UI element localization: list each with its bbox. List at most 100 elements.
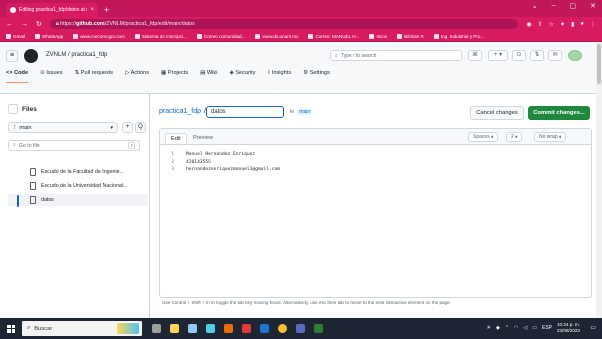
chevron-down-icon: ▾ (110, 124, 113, 131)
pull-requests-button[interactable]: ⇅ (530, 50, 544, 61)
hamburger-menu-icon[interactable]: ≡ (6, 50, 18, 62)
edge-icon[interactable] (206, 324, 215, 333)
word-icon[interactable] (260, 324, 269, 333)
file-tree-item[interactable]: Escudo de la Universidad Nacional... (8, 180, 148, 192)
battery-icon[interactable]: ▭ (532, 325, 537, 331)
start-button[interactable] (0, 318, 22, 339)
volume-icon[interactable]: ◁ (523, 325, 527, 331)
command-palette-button[interactable]: ⌘ (468, 50, 482, 61)
excel-icon[interactable] (314, 324, 323, 333)
nav-issues[interactable]: ⊙ Issues (40, 70, 62, 83)
tab-close-icon[interactable]: × (90, 7, 94, 13)
branch-selector[interactable]: ᚴ main ▾ (8, 122, 118, 133)
commit-changes-button[interactable]: Commit changes... (528, 106, 590, 120)
file-tree-item-selected[interactable]: datos (8, 194, 148, 206)
filename-input[interactable]: datos (206, 106, 284, 118)
code-line: 1 Manuel Hernández Enríquez (171, 152, 256, 158)
bookmark-item[interactable]: WhatsApp (35, 33, 63, 39)
close-window-button[interactable]: ✕ (590, 2, 596, 10)
search-icon: ⌕ (335, 52, 338, 59)
indent-mode-select[interactable]: Spaces ⬧ (468, 132, 499, 142)
bookmark-item[interactable]: Correo comunidad... (196, 33, 245, 39)
extension-icon[interactable]: ◉ (526, 21, 531, 28)
nav-actions[interactable]: ▷ Actions (125, 70, 149, 83)
taskbar-search[interactable]: ⌕ Buscar (22, 321, 142, 336)
shortcut-key: t (128, 142, 135, 149)
search-files-button[interactable]: Q (135, 122, 146, 133)
bookmark-item[interactable]: Inicio (369, 33, 387, 39)
weather-icon[interactable]: ☀ (486, 325, 490, 331)
inbox-button[interactable]: ✉ (548, 50, 562, 61)
user-avatar[interactable] (568, 50, 582, 61)
go-to-file-input[interactable]: ⌕ Go to file t (8, 140, 140, 151)
nav-insights[interactable]: ⌇ Insights (268, 70, 292, 83)
share-icon[interactable]: ⇧ (538, 21, 543, 28)
bookmark-item[interactable]: www.mecomcgm.com (73, 33, 125, 39)
bookmark-item[interactable]: Bibliote R (397, 33, 424, 39)
menu-kebab-icon[interactable]: ⋮ (590, 21, 596, 28)
github-favicon-icon (10, 7, 16, 13)
github-logo-icon[interactable] (24, 49, 38, 63)
back-arrow-icon[interactable]: ← (6, 21, 13, 28)
tab-preview[interactable]: Preview (188, 133, 218, 143)
create-new-button[interactable]: + ▾ (488, 50, 508, 61)
repo-path[interactable]: ZVNLM / practica1_fdp (46, 52, 107, 58)
file-explorer-icon[interactable] (170, 324, 179, 333)
file-tree-item[interactable]: Escudo de la Facultad de Ingenie... (8, 166, 148, 178)
bookmark-icon (35, 33, 40, 39)
task-view-icon[interactable] (152, 324, 161, 333)
new-tab-button[interactable]: + (104, 5, 109, 15)
nav-code[interactable]: <> Code (6, 70, 29, 83)
profile-avatar[interactable]: ● (580, 21, 584, 28)
bookmark-item[interactable]: Correo: MANUEL H... (308, 33, 359, 39)
language-indicator[interactable]: ESP (542, 325, 552, 331)
bookmark-item[interactable]: www.ds.unam.mx (255, 33, 298, 39)
tab-edit[interactable]: Edit (165, 133, 187, 143)
bookmark-item[interactable]: Gmail (6, 33, 25, 39)
nav-wiki[interactable]: ▤ Wiki (200, 70, 217, 83)
issues-button[interactable]: ⊙ (512, 50, 526, 61)
acrobat-icon[interactable] (242, 324, 251, 333)
clock[interactable]: 10:24 p. m. 23/08/2023 (557, 322, 580, 334)
page-scrollbar[interactable] (596, 42, 602, 318)
cancel-changes-button[interactable]: Cancel changes (470, 106, 524, 120)
browser-tab-active[interactable]: Editing practica1_fdp/datos at m × (6, 3, 98, 17)
sidebar-icon[interactable]: ▮ (571, 21, 574, 28)
store-icon[interactable] (188, 324, 197, 333)
app-icon[interactable] (296, 324, 305, 333)
nav-security[interactable]: ◈ Security (229, 70, 255, 83)
wrap-mode-select[interactable]: No wrap ⬧ (534, 132, 567, 142)
tab-search-icon[interactable]: ⌄ (532, 2, 538, 10)
tray-app-icon[interactable]: ◆ (496, 325, 500, 331)
puzzle-icon[interactable]: ✦ (560, 21, 565, 28)
add-file-button[interactable]: + (122, 122, 133, 133)
minimize-button[interactable]: – (552, 2, 556, 10)
bookmark-icon (134, 33, 140, 39)
maximize-button[interactable]: ▢ (570, 2, 577, 10)
editor-lines[interactable]: 1 Manuel Hernández Enríquez 2 420143555 3h… (160, 151, 591, 174)
breadcrumb-repo-link[interactable]: practica1_fdp (159, 108, 201, 115)
firefox-icon[interactable] (224, 324, 233, 333)
star-icon[interactable]: ☆ (549, 21, 554, 28)
indent-size-select[interactable]: 2 ⬧ (506, 132, 523, 142)
nav-projects[interactable]: ▦ Projects (161, 70, 188, 83)
chrome-icon[interactable] (278, 324, 287, 333)
notifications-icon[interactable]: ▭ (590, 324, 596, 331)
search-icon: ⌕ (13, 142, 16, 148)
nav-settings[interactable]: ⚙ Settings (303, 70, 330, 83)
repo-nav: <> Code ⊙ Issues ⇅ Pull requests ▷ Actio… (6, 70, 330, 83)
url-field[interactable]: 🔒︎ https://github.com/ZVNLM/practica1_fd… (49, 19, 519, 29)
search-highlight-image (117, 323, 139, 334)
chevron-up-icon[interactable]: ⌃ (505, 325, 509, 331)
search-input[interactable]: ⌕ Type / to search (330, 50, 462, 61)
collapse-panel-icon[interactable] (8, 104, 18, 114)
bookmark-item[interactable]: Ing. Industrial y Pro... (433, 33, 484, 39)
scrollbar-thumb[interactable] (597, 44, 601, 84)
forward-arrow-icon[interactable]: → (21, 21, 28, 28)
nav-pull-requests[interactable]: ⇅ Pull requests (75, 70, 114, 83)
file-icon (30, 196, 36, 204)
search-icon: ⌕ (27, 325, 31, 331)
wifi-icon[interactable]: ◠ (514, 325, 518, 331)
bookmark-item[interactable]: Sistema de Inscripci... (134, 33, 187, 39)
reload-icon[interactable]: ↻ (36, 20, 42, 28)
